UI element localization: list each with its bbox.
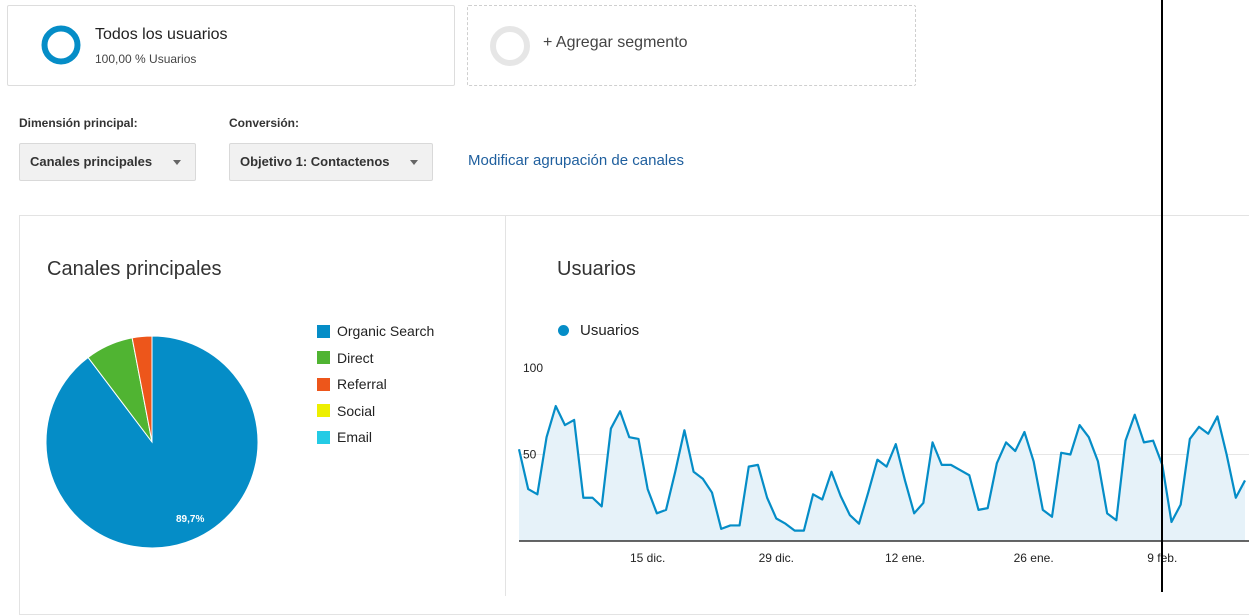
- pie-chart-title: Canales principales: [47, 258, 222, 280]
- cursor-guide-line: [1161, 0, 1163, 592]
- conversion-label: Conversión:: [229, 116, 300, 130]
- legend-item-referral[interactable]: Referral: [317, 371, 434, 398]
- legend-swatch: [317, 404, 330, 418]
- modify-channel-grouping-link[interactable]: Modificar agrupación de canales: [468, 152, 684, 169]
- conversion-dropdown[interactable]: Objetivo 1: Contactenos: [229, 143, 433, 181]
- line-legend-label: Usuarios: [580, 322, 640, 339]
- legend-swatch: [317, 377, 330, 391]
- x-tick-label: 26 ene.: [1014, 551, 1054, 565]
- x-tick-label: 12 ene.: [885, 551, 925, 565]
- legend-label: Organic Search: [337, 323, 435, 340]
- legend-label: Direct: [337, 349, 374, 366]
- series-dot-icon: [558, 325, 569, 336]
- y-tick-label: 100: [523, 361, 543, 375]
- legend-swatch: [317, 430, 330, 444]
- segment-ring-icon: [41, 25, 81, 65]
- legend-label: Social: [337, 402, 376, 419]
- legend-item-email[interactable]: Email: [317, 424, 434, 451]
- legend-swatch: [317, 351, 330, 365]
- legend-label: Referral: [337, 376, 387, 393]
- segment-all-users[interactable]: Todos los usuarios 100,00 % Usuarios: [7, 5, 455, 86]
- primary-dimension-value: Canales principales: [30, 154, 153, 169]
- legend-item-organic-search[interactable]: Organic Search: [317, 318, 434, 345]
- legend-item-direct[interactable]: Direct: [317, 345, 434, 372]
- conversion-value: Objetivo 1: Contactenos: [240, 154, 390, 169]
- pie-data-label: 89,7%: [176, 514, 204, 525]
- y-tick-label: 50: [523, 448, 537, 462]
- add-segment-button[interactable]: + Agregar segmento: [467, 5, 916, 86]
- legend-item-social[interactable]: Social: [317, 398, 434, 425]
- add-segment-label: + Agregar segmento: [543, 34, 688, 51]
- chevron-down-icon: [410, 160, 418, 165]
- legend-label: Email: [337, 429, 373, 446]
- pie-chart: 89,7%: [45, 335, 259, 549]
- legend-swatch: [317, 324, 330, 338]
- line-chart-title: Usuarios: [557, 258, 636, 280]
- segment-title: Todos los usuarios: [95, 26, 228, 43]
- users-line-chart: 1005015 dic. 29 dic. 12 ene. 26 ene. 9 feb.: [517, 361, 1249, 565]
- empty-segment-ring-icon: [490, 26, 530, 66]
- primary-dimension-label: Dimensión principal:: [19, 116, 138, 130]
- segment-subtitle: 100,00 % Usuarios: [95, 52, 197, 66]
- chevron-down-icon: [173, 160, 181, 165]
- line-chart-legend[interactable]: Usuarios: [558, 322, 639, 339]
- x-tick-label: 15 dic.: [630, 551, 665, 565]
- x-tick-label: 29 dic.: [759, 551, 794, 565]
- pie-legend: Organic Search Direct Referral Social Em…: [317, 318, 434, 451]
- series-area-usuarios: [519, 406, 1245, 541]
- primary-dimension-dropdown[interactable]: Canales principales: [19, 143, 196, 181]
